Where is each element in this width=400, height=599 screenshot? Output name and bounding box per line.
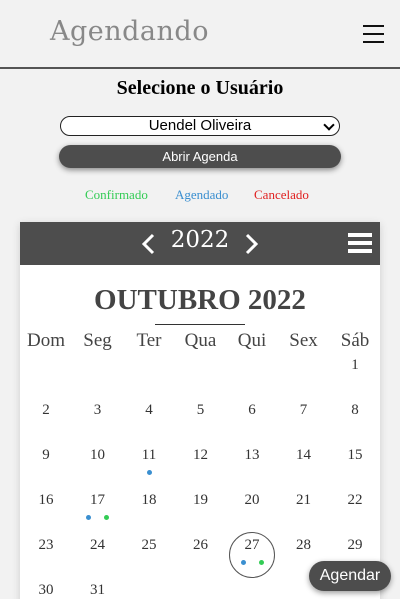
calendar-day[interactable]: 30 bbox=[20, 580, 72, 599]
weekday-label: Seg bbox=[83, 330, 112, 351]
calendar-day[interactable]: 14 bbox=[278, 445, 330, 475]
calendar-day-number: 6 bbox=[248, 402, 256, 418]
calendar-day-number: 25 bbox=[141, 537, 157, 553]
calendar-day[interactable]: 8 bbox=[329, 400, 381, 430]
calendar-day-number: 16 bbox=[38, 492, 54, 508]
calendar-day-number: 31 bbox=[90, 582, 105, 598]
legend-confirmed: Confirmado bbox=[85, 187, 148, 202]
chevron-down-icon bbox=[323, 119, 335, 131]
weekday-label: Dom bbox=[27, 330, 65, 351]
schedule-button[interactable]: Agendar bbox=[309, 561, 391, 591]
calendar-day-number: 20 bbox=[244, 492, 260, 508]
calendar-day[interactable]: 10 bbox=[72, 445, 124, 475]
user-select[interactable]: Uendel Oliveira bbox=[60, 116, 340, 136]
user-select-value: Uendel Oliveira bbox=[148, 117, 252, 134]
calendar-day[interactable]: 26 bbox=[175, 535, 227, 565]
calendar-day-number: 4 bbox=[145, 402, 153, 418]
calendar-day[interactable]: 7 bbox=[278, 400, 330, 430]
calendar-day-number: 18 bbox=[141, 492, 157, 508]
weekday-label: Sex bbox=[289, 330, 318, 351]
calendar-day[interactable]: 27 bbox=[226, 535, 278, 565]
calendar-day-number: 21 bbox=[296, 492, 311, 508]
calendar-day[interactable]: 5 bbox=[175, 400, 227, 430]
chevron-left-icon[interactable] bbox=[138, 232, 160, 256]
calendar-day[interactable]: 4 bbox=[123, 400, 175, 430]
legend-canceled: Cancelado bbox=[254, 187, 309, 202]
calendar-day-number: 24 bbox=[90, 537, 105, 553]
weekday-label: Ter bbox=[136, 330, 162, 351]
calendar-day[interactable]: 13 bbox=[226, 445, 278, 475]
month-title: OUTUBRO 2022 bbox=[94, 284, 306, 316]
calendar-day[interactable]: 9 bbox=[20, 445, 72, 475]
chevron-right-icon[interactable] bbox=[240, 232, 262, 256]
calendar-day-number: 28 bbox=[296, 537, 311, 553]
open-agenda-button[interactable]: Abrir Agenda bbox=[59, 145, 341, 168]
calendar-day[interactable]: 6 bbox=[226, 400, 278, 430]
page-title: Selecione o Usuário bbox=[116, 77, 284, 99]
calendar-day-number: 5 bbox=[196, 402, 205, 418]
calendar-day-number: 9 bbox=[42, 447, 50, 463]
calendar-day-number: 3 bbox=[93, 402, 102, 418]
calendar-day-number: 14 bbox=[296, 447, 311, 463]
calendar-day-number: 10 bbox=[90, 447, 105, 463]
event-dot-scheduled bbox=[86, 515, 91, 520]
event-dot-confirmed bbox=[258, 560, 264, 565]
calendar-day-number: 27 bbox=[244, 537, 260, 553]
calendar-day-number: 7 bbox=[299, 402, 308, 418]
calendar: 2022 OUTUBRO 2022 Dom Seg Ter Qua Qui Sex Sáb … bbox=[20, 222, 380, 599]
legend-scheduled: Agendado bbox=[175, 187, 229, 202]
calendar-day[interactable]: 2 bbox=[20, 400, 72, 430]
calendar-day[interactable]: 31 bbox=[72, 580, 124, 599]
event-dot-confirmed bbox=[104, 515, 109, 520]
calendar-day[interactable]: 18 bbox=[123, 490, 175, 520]
calendar-day-number: 15 bbox=[347, 447, 363, 463]
calendar-day-number: 11 bbox=[141, 447, 157, 463]
calendar-day[interactable]: 12 bbox=[175, 445, 227, 475]
year-label: 2022 bbox=[170, 227, 230, 253]
month-underline bbox=[155, 324, 245, 325]
weekday-label: Qui bbox=[237, 330, 267, 351]
calendar-day[interactable]: 17 bbox=[72, 490, 124, 520]
calendar-day-number: 12 bbox=[193, 447, 208, 463]
calendar-day[interactable]: 16 bbox=[20, 490, 72, 520]
calendar-day[interactable]: 24 bbox=[72, 535, 124, 565]
calendar-day-number: 19 bbox=[193, 492, 208, 508]
calendar-day-number: 1 bbox=[351, 357, 359, 373]
app-logo: Agendando bbox=[50, 16, 209, 47]
calendar-day-number: 23 bbox=[38, 537, 54, 553]
calendar-day-number: 8 bbox=[351, 402, 359, 418]
calendar-day[interactable]: 11 bbox=[123, 445, 175, 475]
calendar-day-number: 13 bbox=[244, 447, 260, 463]
calendar-day[interactable]: 20 bbox=[226, 490, 278, 520]
calendar-day[interactable]: 3 bbox=[72, 400, 124, 430]
calendar-day[interactable]: 19 bbox=[175, 490, 227, 520]
calendar-menu-icon[interactable] bbox=[348, 233, 372, 254]
weekday-label: Qua bbox=[184, 330, 217, 351]
event-dot-scheduled bbox=[240, 560, 246, 565]
calendar-day[interactable]: 15 bbox=[329, 445, 381, 475]
hamburger-menu-icon[interactable] bbox=[363, 25, 384, 43]
weekday-label: Sáb bbox=[340, 330, 370, 351]
calendar-day-number: 29 bbox=[347, 537, 363, 553]
event-dot-scheduled bbox=[146, 470, 152, 475]
calendar-day[interactable]: 25 bbox=[123, 535, 175, 565]
top-bar: Agendando bbox=[0, 0, 400, 69]
calendar-day-number: 22 bbox=[347, 492, 363, 508]
calendar-day[interactable]: 1 bbox=[329, 355, 381, 385]
calendar-day-number: 17 bbox=[90, 492, 105, 508]
calendar-day[interactable]: 21 bbox=[278, 490, 330, 520]
calendar-day-number: 26 bbox=[193, 537, 208, 553]
calendar-header: 2022 bbox=[20, 222, 380, 265]
calendar-day[interactable]: 22 bbox=[329, 490, 381, 520]
calendar-day-number: 2 bbox=[42, 402, 50, 418]
calendar-day[interactable]: 23 bbox=[20, 535, 72, 565]
calendar-day-number: 30 bbox=[38, 582, 54, 598]
